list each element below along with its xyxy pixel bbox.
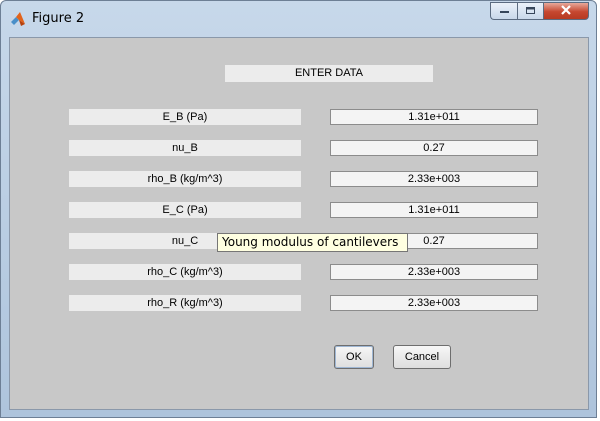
cancel-button[interactable]: Cancel <box>393 345 451 369</box>
nu-b-input[interactable]: 0.27 <box>330 140 538 156</box>
close-button[interactable] <box>543 2 589 20</box>
minimize-button[interactable] <box>490 2 517 20</box>
figure-client-area: ENTER DATA E_B (Pa) 1.31e+011 nu_B 0.27 … <box>9 37 589 410</box>
rho-r-label: rho_R (kg/m^3) <box>69 295 301 311</box>
rho-b-input[interactable]: 2.33e+003 <box>330 171 538 187</box>
e-c-label: E_C (Pa) <box>69 202 301 218</box>
e-b-label: E_B (Pa) <box>69 109 301 125</box>
rho-b-label: rho_B (kg/m^3) <box>69 171 301 187</box>
ok-button[interactable]: OK <box>334 345 374 369</box>
rho-c-input[interactable]: 2.33e+003 <box>330 264 538 280</box>
title-bar[interactable]: Figure 2 <box>1 1 596 37</box>
maximize-icon <box>525 5 536 18</box>
window-controls <box>490 2 589 21</box>
rho-r-input[interactable]: 2.33e+003 <box>330 295 538 311</box>
enter-data-heading: ENTER DATA <box>225 65 433 82</box>
rho-c-label: rho_C (kg/m^3) <box>69 264 301 280</box>
tooltip: Young modulus of cantilevers <box>217 233 408 252</box>
e-c-input[interactable]: 1.31e+011 <box>330 202 538 218</box>
window-title: Figure 2 <box>32 11 85 26</box>
minimize-icon <box>499 5 510 18</box>
figure-window: Figure 2 ENTER DATA E_B (Pa) 1.31e+011 n… <box>0 0 597 418</box>
close-icon <box>560 4 572 18</box>
nu-b-label: nu_B <box>69 140 301 156</box>
e-b-input[interactable]: 1.31e+011 <box>330 109 538 125</box>
maximize-button[interactable] <box>517 2 543 20</box>
matlab-icon <box>10 11 26 27</box>
